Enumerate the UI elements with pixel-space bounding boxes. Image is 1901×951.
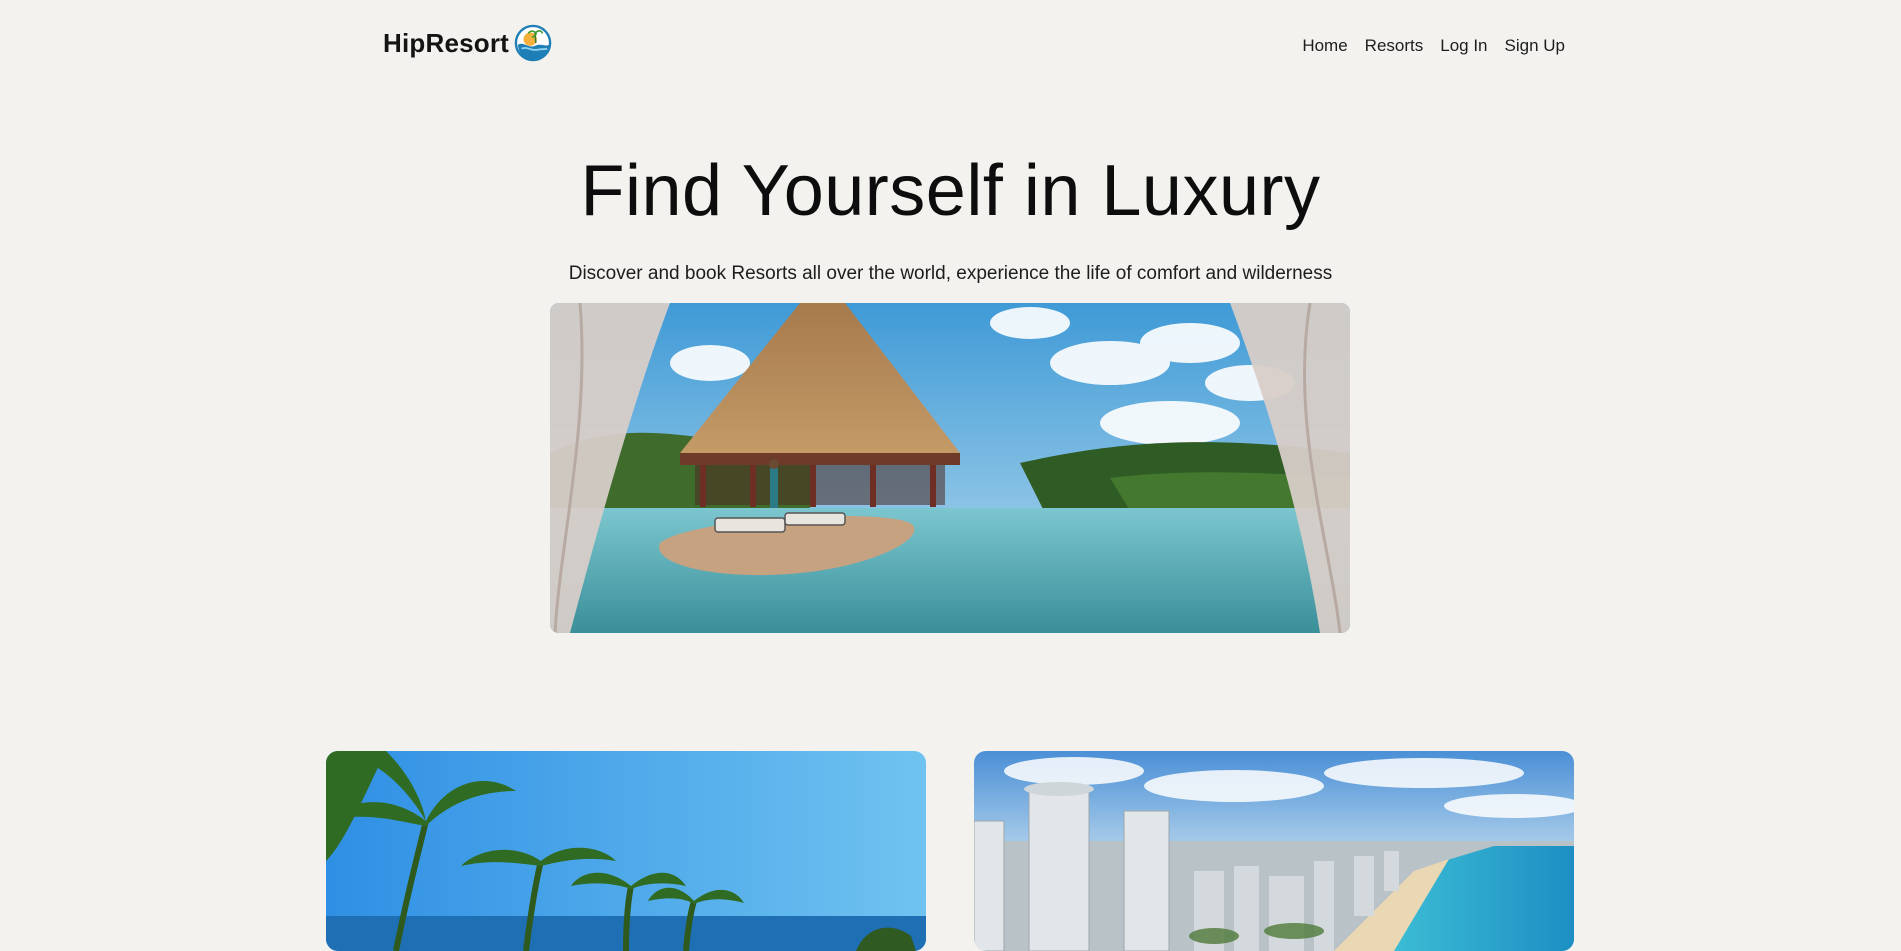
navbar: HipResort Home Resorts Log In Sign Up — [0, 0, 1901, 90]
nav-login-link[interactable]: Log In — [1440, 36, 1487, 56]
nav-resorts-link[interactable]: Resorts — [1365, 36, 1424, 56]
brand-name: HipResort — [383, 27, 510, 58]
hero-title: Find Yourself in Luxury — [580, 151, 1321, 231]
nav-home-link[interactable]: Home — [1302, 36, 1347, 56]
hero-photo — [550, 303, 1350, 633]
nav-signup-link[interactable]: Sign Up — [1505, 36, 1565, 56]
city-beach-photo — [974, 751, 1574, 951]
island-sun-wave-icon — [514, 24, 552, 62]
resort-card-city-beach[interactable] — [974, 751, 1574, 951]
brand-link[interactable]: HipResort — [383, 24, 552, 62]
tropical-photo — [326, 751, 926, 951]
hero-subtitle: Discover and book Resorts all over the w… — [568, 263, 1333, 284]
hero-image — [550, 303, 1350, 633]
resort-card-tropical[interactable] — [326, 751, 926, 951]
main-nav: Home Resorts Log In Sign Up — [1302, 36, 1565, 56]
